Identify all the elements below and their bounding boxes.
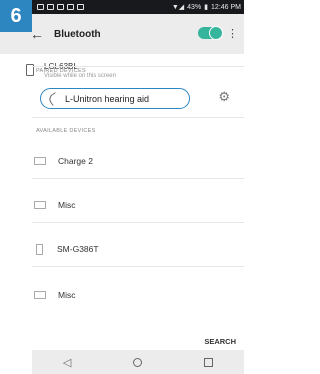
divider (32, 66, 244, 67)
nav-recents-icon[interactable] (204, 357, 214, 367)
toggle-knob (209, 26, 223, 40)
device-icon (34, 291, 46, 299)
paired-device-item[interactable]: L-Unitron hearing aid (40, 88, 190, 109)
gear-icon[interactable]: ⚙ (218, 89, 230, 105)
search-button[interactable]: SEARCH (204, 337, 236, 346)
notification-icon (47, 4, 54, 10)
device-icon (34, 157, 46, 165)
nav-back-icon[interactable]: ◁ (63, 356, 71, 369)
page-title: Bluetooth (54, 28, 101, 40)
bluetooth-toggle[interactable] (198, 26, 223, 40)
battery-level: 43% (187, 3, 202, 11)
device-icon (34, 201, 46, 209)
available-device-item[interactable]: Misc (0, 192, 244, 218)
available-device-name: Misc (58, 200, 76, 210)
clock: 12:46 PM (211, 3, 241, 11)
step-number-badge: 6 (0, 0, 32, 32)
divider (32, 266, 244, 267)
notification-icon (67, 4, 74, 10)
notification-icon (77, 4, 84, 10)
battery-icon: ▮ (204, 4, 209, 11)
navigation-bar: ◁ (32, 350, 244, 374)
notification-icon (57, 4, 64, 10)
paired-devices-header: PAIRED DEVICES (36, 68, 86, 74)
available-device-item[interactable]: Misc (0, 282, 244, 308)
status-bar: ▼◢ 43% ▮ 12:46 PM (32, 0, 244, 14)
signal-icon: ▼◢ (171, 4, 185, 11)
hearing-aid-icon (47, 92, 61, 106)
phone-icon (36, 243, 43, 255)
available-devices-header: AVAILABLE DEVICES (36, 128, 96, 134)
available-device-name: Charge 2 (58, 156, 93, 166)
nav-home-icon[interactable] (133, 357, 143, 367)
divider (32, 222, 244, 223)
app-bar: ← Bluetooth ⋮ (0, 14, 244, 54)
notification-icon (37, 4, 44, 10)
available-device-item[interactable]: SM-G386T (0, 236, 244, 262)
overflow-menu-icon[interactable]: ⋮ (227, 27, 238, 40)
available-device-item[interactable]: Charge 2 (0, 148, 244, 174)
available-device-name: SM-G386T (57, 244, 99, 254)
back-arrow-icon[interactable]: ← (30, 26, 54, 42)
notification-icons (37, 4, 84, 10)
divider (32, 178, 244, 179)
paired-device-name: L-Unitron hearing aid (65, 93, 150, 104)
divider (32, 117, 244, 118)
available-device-name: Misc (58, 290, 76, 300)
